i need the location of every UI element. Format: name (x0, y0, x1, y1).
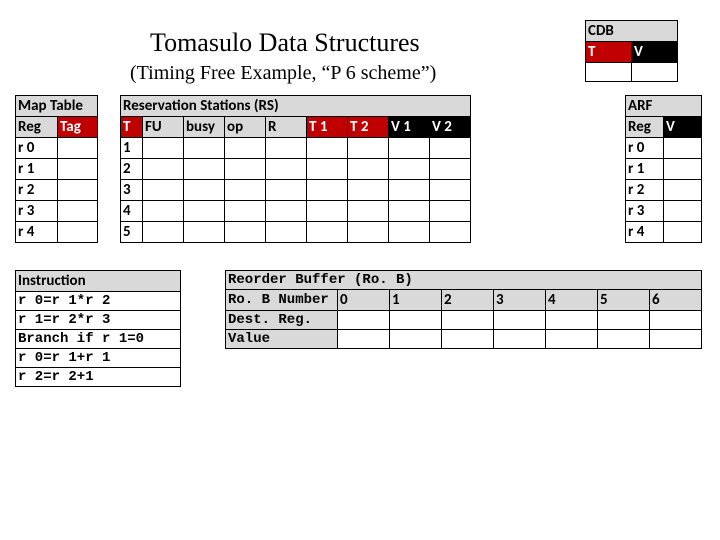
table-row: r 3 (626, 201, 702, 222)
maptable-col-tag: Tag (58, 117, 98, 138)
rs-col-v2: V 2 (430, 117, 471, 138)
cdb-col-v: V (632, 42, 678, 63)
table-row: r 1 (16, 159, 98, 180)
page-subtitle: (Timing Free Example, “P 6 scheme”) (130, 62, 436, 85)
rs-col-fu: FU (143, 117, 184, 138)
table-row: Value (226, 330, 702, 349)
table-row: r 2 (16, 180, 98, 201)
rs-col-r: R (266, 117, 307, 138)
table-row: r 2=r 2+1 (16, 368, 181, 387)
arf-col-v: V (664, 117, 702, 138)
arf-col-reg: Reg (626, 117, 664, 138)
table-row: r 4 (626, 222, 702, 243)
maptable-col-reg: Reg (16, 117, 58, 138)
table-row: 4 (121, 201, 471, 222)
rs-col-busy: busy (184, 117, 225, 138)
table-row: r 0=r 1+r 1 (16, 349, 181, 368)
cdb-col-t: T (586, 42, 632, 63)
table-row: r 4 (16, 222, 98, 243)
table-row: 1 (121, 138, 471, 159)
rs-col-v1: V 1 (389, 117, 430, 138)
maptable-title: Map Table (16, 96, 98, 117)
table-row: 2 (121, 159, 471, 180)
cdb-title: CDB (586, 21, 678, 42)
table-row: r 2 (626, 180, 702, 201)
rob-title: Reorder Buffer (Ro. B) (226, 271, 702, 290)
table-row: 5 (121, 222, 471, 243)
rs-col-op: op (225, 117, 266, 138)
rs-col-t1: T 1 (307, 117, 348, 138)
table-row: r 0 (626, 138, 702, 159)
table-row: r 0 (16, 138, 98, 159)
arf-title: ARF (626, 96, 702, 117)
table-row: r 1 (626, 159, 702, 180)
table-row: 3 (121, 180, 471, 201)
table-row: r 0=r 1*r 2 (16, 292, 181, 311)
rob-table: Reorder Buffer (Ro. B) Ro. B Number 0 1 … (225, 270, 702, 349)
table-row: Branch if r 1=0 (16, 330, 181, 349)
table-row: Ro. B Number 0 1 2 3 4 5 6 (226, 290, 702, 311)
map-table: Map Table Reg Tag r 0 r 1 r 2 r 3 r 4 (15, 95, 98, 243)
cdb-v-cell (632, 63, 678, 82)
rs-col-t2: T 2 (348, 117, 389, 138)
instruction-table: Instruction r 0=r 1*r 2 r 1=r 2*r 3 Bran… (15, 270, 181, 387)
rs-col-t: T (121, 117, 143, 138)
rs-table: Reservation Stations (RS) T FU busy op R… (120, 95, 471, 243)
arf-table: ARF Reg V r 0 r 1 r 2 r 3 r 4 (625, 95, 702, 243)
table-row: Dest. Reg. (226, 311, 702, 330)
page-title: Tomasulo Data Structures (150, 28, 420, 58)
cdb-t-cell (586, 63, 632, 82)
rs-title: Reservation Stations (RS) (121, 96, 471, 117)
table-row: r 1=r 2*r 3 (16, 311, 181, 330)
table-row: r 3 (16, 201, 98, 222)
instr-title: Instruction (16, 271, 181, 292)
cdb-table: CDB T V (585, 20, 678, 82)
